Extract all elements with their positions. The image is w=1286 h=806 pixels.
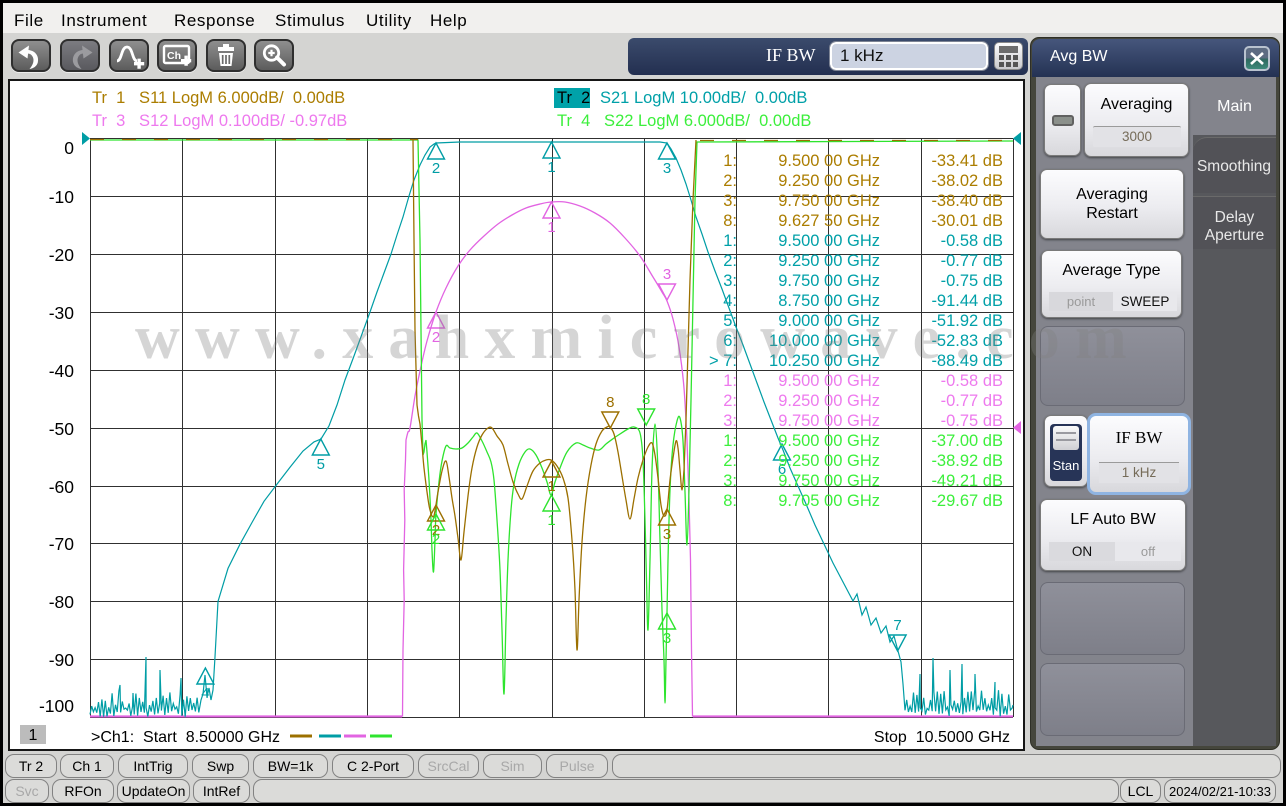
svg-text:-0.77 dB: -0.77 dB [941, 252, 1003, 270]
svg-text:2:: 2: [723, 452, 737, 470]
svg-text:2: 2 [432, 160, 440, 177]
svg-text:-0.77 dB: -0.77 dB [941, 392, 1003, 410]
svg-text:Ch: Ch [167, 50, 181, 62]
svg-text:9.250 00 GHz: 9.250 00 GHz [778, 252, 880, 270]
svg-text:1: 1 [547, 219, 555, 236]
svg-text:8: 8 [606, 394, 614, 411]
svg-text:-49.21 dB: -49.21 dB [931, 472, 1003, 490]
svg-text:Stop 10.5000 GHz: Stop 10.5000 GHz [874, 729, 1010, 746]
svg-text:2:: 2: [723, 252, 737, 270]
svg-text:4: 4 [201, 685, 209, 702]
svg-text:-90: -90 [49, 650, 75, 670]
svg-text:3:: 3: [723, 192, 737, 210]
svg-text:Tr 3 S12 LogM 0.100dB/ -0.9: Tr 3 S12 LogM 0.100dB/ -0.97dB [92, 112, 347, 130]
svg-text:9.250 00 GHz: 9.250 00 GHz [778, 172, 880, 190]
svg-text:8:: 8: [723, 212, 737, 230]
svg-text:-10: -10 [49, 187, 75, 207]
svg-text:-38.40 dB: -38.40 dB [931, 192, 1003, 210]
svg-text:9.250 00 GHz: 9.250 00 GHz [778, 452, 880, 470]
svg-text:9.500 00 GHz: 9.500 00 GHz [778, 152, 880, 170]
svg-text:-37.00 dB: -37.00 dB [931, 432, 1003, 450]
svg-text:0: 0 [64, 138, 74, 158]
svg-text:9.500 00 GHz: 9.500 00 GHz [778, 232, 880, 250]
svg-text:S21 LogM 10.00dB/ 0.00dB: S21 LogM 10.00dB/ 0.00dB [600, 89, 807, 107]
svg-text:-30.01 dB: -30.01 dB [931, 212, 1003, 230]
svg-text:-0.75 dB: -0.75 dB [941, 412, 1003, 430]
svg-text:3: 3 [663, 266, 671, 283]
svg-text:9.500 00 GHz: 9.500 00 GHz [778, 372, 880, 390]
svg-text:-40: -40 [49, 361, 75, 381]
svg-text:-30: -30 [49, 303, 75, 323]
svg-text:9.750 00 GHz: 9.750 00 GHz [778, 472, 880, 490]
svg-text:2:: 2: [723, 392, 737, 410]
svg-text:9.500 00 GHz: 9.500 00 GHz [778, 432, 880, 450]
svg-text:-38.92 dB: -38.92 dB [931, 452, 1003, 470]
svg-text:-0.58 dB: -0.58 dB [941, 232, 1003, 250]
svg-text:3:: 3: [723, 472, 737, 490]
svg-text:1:: 1: [723, 152, 737, 170]
svg-text:1: 1 [547, 159, 555, 176]
svg-text:9.627 50 GHz: 9.627 50 GHz [778, 212, 880, 230]
svg-text:9.750 00 GHz: 9.750 00 GHz [778, 272, 880, 290]
svg-text:>Ch1: Start 8.50000 GHz: >Ch1: Start 8.50000 GHz [91, 729, 280, 746]
svg-text:-100: -100 [39, 696, 74, 716]
svg-text:-38.02 dB: -38.02 dB [931, 172, 1003, 190]
svg-text:7: 7 [893, 617, 901, 634]
svg-text:-29.67 dB: -29.67 dB [931, 492, 1003, 510]
svg-text:1:: 1: [723, 432, 737, 450]
svg-text:1: 1 [29, 727, 38, 744]
svg-text:9.705 00 GHz: 9.705 00 GHz [778, 492, 880, 510]
svg-text:3: 3 [663, 630, 671, 647]
svg-text:-33.41 dB: -33.41 dB [931, 152, 1003, 170]
svg-text:-50: -50 [49, 419, 75, 439]
svg-text:1:: 1: [723, 232, 737, 250]
svg-text:-0.58 dB: -0.58 dB [941, 372, 1003, 390]
svg-text:2: 2 [432, 531, 440, 548]
svg-text:8: 8 [642, 391, 650, 408]
svg-text:-70: -70 [49, 534, 75, 554]
svg-text:1: 1 [547, 512, 555, 529]
svg-text:-20: -20 [49, 245, 75, 265]
svg-text:-80: -80 [49, 592, 75, 612]
svg-text:3: 3 [663, 160, 671, 177]
svg-text:1:: 1: [723, 372, 737, 390]
svg-text:-0.75 dB: -0.75 dB [941, 272, 1003, 290]
svg-text:3:: 3: [723, 412, 737, 430]
svg-text:Tr 4 S22 LogM 6.000dB/ 0.0: Tr 4 S22 LogM 6.000dB/ 0.00dB [557, 112, 811, 130]
svg-text:-60: -60 [49, 477, 75, 497]
svg-text:3: 3 [663, 526, 671, 543]
svg-text:5: 5 [317, 456, 325, 473]
svg-text:Tr 1 S11 LogM 6.000dB/ 0.0: Tr 1 S11 LogM 6.000dB/ 0.00dB [92, 89, 345, 107]
svg-text:9.750 00 GHz: 9.750 00 GHz [778, 412, 880, 430]
svg-text:3:: 3: [723, 272, 737, 290]
svg-text:1: 1 [547, 478, 555, 495]
svg-text:9.250 00 GHz: 9.250 00 GHz [778, 392, 880, 410]
svg-text:Tr 2: Tr 2 [557, 89, 590, 107]
svg-text:2:: 2: [723, 172, 737, 190]
svg-text:8:: 8: [723, 492, 737, 510]
svg-text:9.750 00 GHz: 9.750 00 GHz [778, 192, 880, 210]
